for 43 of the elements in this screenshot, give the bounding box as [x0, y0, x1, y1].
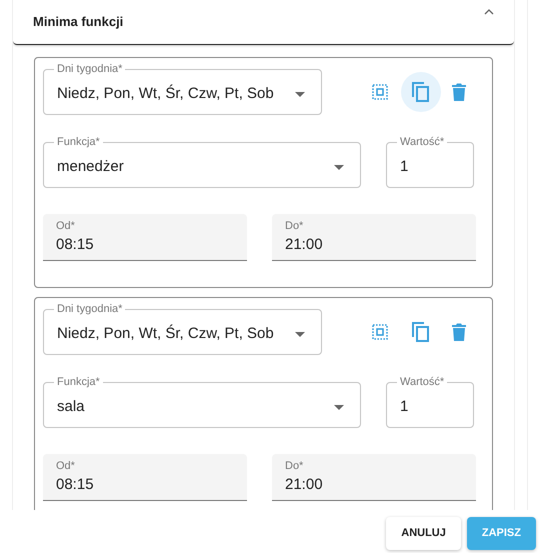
time-field[interactable]: Od* 08:15	[43, 214, 247, 261]
cancel-button[interactable]: ANULUJ	[386, 517, 461, 550]
field-value: Niedz, Pon, Wt, Śr, Czw, Pt, Sob	[57, 324, 275, 344]
dropdown-caret-icon	[334, 404, 344, 410]
copy-icon	[412, 82, 430, 102]
field-label: Funkcja*	[56, 375, 101, 389]
field-value: 08:15	[56, 475, 95, 495]
field-label: Od*	[56, 219, 76, 233]
field-value: 21:00	[285, 475, 324, 495]
field-label: Do*	[285, 219, 304, 233]
select-all-icon[interactable]	[369, 321, 391, 343]
chevron-up-icon[interactable]	[484, 9, 494, 15]
field-value: menedżer	[57, 156, 125, 177]
field-value: 1	[400, 396, 410, 417]
select-all-icon[interactable]	[369, 81, 391, 103]
section-title: Minima funkcji	[33, 13, 124, 32]
field-label: Wartość*	[399, 135, 446, 149]
dropdown-caret-icon	[295, 92, 305, 96]
field-value: 1	[400, 156, 410, 177]
input-field[interactable]: Wartość* 1	[386, 135, 474, 188]
field-label: Dni tygodnia*	[56, 62, 124, 76]
select-field[interactable]: Dni tygodnia* Niedz, Pon, Wt, Śr, Czw, Pt, Sob	[43, 62, 322, 115]
select-field[interactable]: Dni tygodnia* Niedz, Pon, Wt, Śr, Czw, Pt, Sob	[43, 302, 322, 355]
copy-icon	[412, 322, 430, 342]
time-field[interactable]: Do* 21:00	[272, 454, 476, 501]
section-header[interactable]: Minima funkcji	[13, 0, 514, 45]
time-field[interactable]: Od* 08:15	[43, 454, 247, 501]
copy-button[interactable]	[401, 72, 441, 112]
dropdown-caret-icon	[334, 164, 344, 170]
field-label: Funkcja*	[56, 135, 101, 149]
field-label: Wartość*	[399, 375, 446, 389]
field-value: 21:00	[285, 235, 324, 255]
select-field[interactable]: Funkcja* menedżer	[43, 135, 361, 188]
field-value: Niedz, Pon, Wt, Śr, Czw, Pt, Sob	[57, 84, 275, 104]
time-field[interactable]: Do* 21:00	[272, 214, 476, 261]
select-field[interactable]: Funkcja* sala	[43, 375, 361, 428]
dropdown-caret-icon	[295, 332, 305, 336]
field-label: Od*	[56, 459, 76, 473]
input-field[interactable]: Wartość* 1	[386, 375, 474, 428]
field-value: 08:15	[56, 235, 95, 255]
field-label: Dni tygodnia*	[56, 302, 124, 316]
field-value: sala	[57, 396, 86, 417]
field-label: Do*	[285, 459, 304, 473]
